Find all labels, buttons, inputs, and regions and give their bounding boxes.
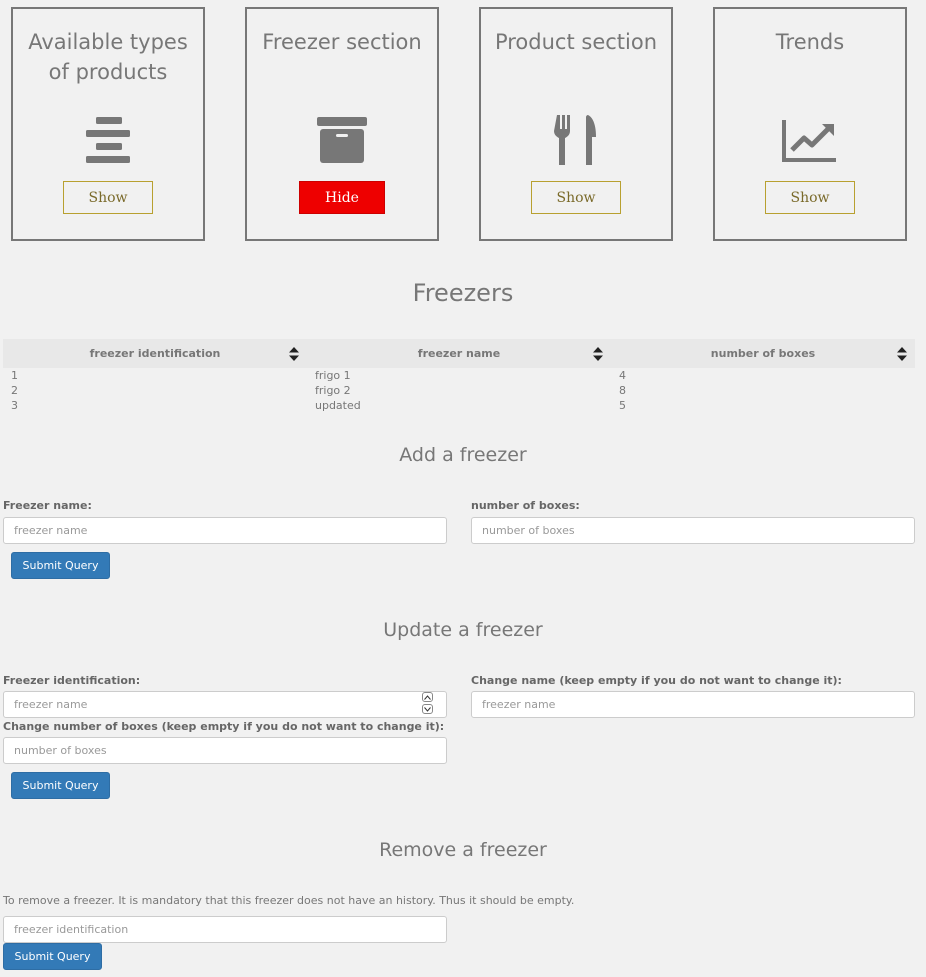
card-trends: Trends Show (713, 7, 907, 241)
freezers-table: freezer identification freezer name numb… (3, 339, 915, 413)
add-freezer-heading: Add a freezer (399, 444, 527, 466)
change-name-label: Change name (keep empty if you do not wa… (471, 674, 842, 687)
remove-freezer-heading: Remove a freezer (379, 839, 547, 861)
column-label: freezer name (417, 347, 501, 360)
freezer-name-label: Freezer name: (3, 499, 92, 512)
table-cell: 2 (11, 384, 18, 397)
sort-icon[interactable] (593, 347, 603, 361)
card-title: Product section (494, 30, 658, 54)
card-available-products: Available types of products Show (11, 7, 205, 241)
table-row: 2 frigo 2 8 (3, 383, 915, 398)
show-button[interactable]: Show (531, 181, 621, 214)
show-button[interactable]: Show (63, 181, 153, 214)
remove-note: To remove a freezer. It is mandatory tha… (3, 894, 575, 907)
column-header-id[interactable]: freezer identification (3, 339, 307, 368)
spin-up-icon[interactable] (422, 692, 433, 702)
table-cell: 5 (619, 399, 626, 412)
hide-button[interactable]: Hide (299, 181, 385, 214)
add-submit-button[interactable]: Submit Query (11, 552, 110, 579)
number-of-boxes-input[interactable] (471, 517, 915, 544)
sort-icon[interactable] (289, 347, 299, 361)
show-button[interactable]: Show (765, 181, 855, 214)
card-product-section: Product section Show (479, 7, 673, 241)
update-submit-button[interactable]: Submit Query (11, 772, 110, 799)
line-chart-icon (715, 113, 905, 167)
table-cell: 3 (11, 399, 18, 412)
table-row: 1 frigo 1 4 (3, 368, 915, 383)
card-title: Freezer section (262, 30, 422, 54)
table-cell: updated (315, 399, 361, 412)
remove-freezer-id-input[interactable] (3, 916, 447, 943)
card-freezer-section: Freezer section Hide (245, 7, 439, 241)
remove-submit-button[interactable]: Submit Query (3, 943, 102, 970)
table-cell: frigo 1 (315, 369, 351, 382)
table-cell: 4 (619, 369, 626, 382)
freezer-identification-label: Freezer identification: (3, 674, 141, 687)
freezers-heading: Freezers (412, 279, 514, 307)
stacked-bars-icon (13, 113, 203, 167)
sort-icon[interactable] (897, 347, 907, 361)
table-cell: 1 (11, 369, 18, 382)
table-cell: frigo 2 (315, 384, 351, 397)
update-freezer-heading: Update a freezer (383, 619, 543, 641)
column-label: freezer identification (89, 347, 221, 360)
change-boxes-input[interactable] (3, 737, 447, 764)
card-title: Available types of products (28, 30, 188, 84)
freezer-identification-input[interactable] (3, 691, 447, 718)
spin-down-icon[interactable] (422, 704, 433, 714)
table-cell: 8 (619, 384, 626, 397)
column-label: number of boxes (710, 347, 816, 360)
column-header-name[interactable]: freezer name (307, 339, 611, 368)
table-row: 3 updated 5 (3, 398, 915, 413)
card-title: Trends (775, 30, 845, 54)
freezer-name-input[interactable] (3, 517, 447, 544)
number-of-boxes-label: number of boxes: (471, 499, 580, 512)
number-spinner[interactable] (422, 692, 435, 716)
column-header-boxes[interactable]: number of boxes (611, 339, 915, 368)
change-boxes-label: Change number of boxes (keep empty if yo… (3, 720, 445, 733)
fork-knife-icon (481, 113, 671, 167)
change-name-input[interactable] (471, 691, 915, 718)
archive-box-icon (247, 113, 437, 167)
